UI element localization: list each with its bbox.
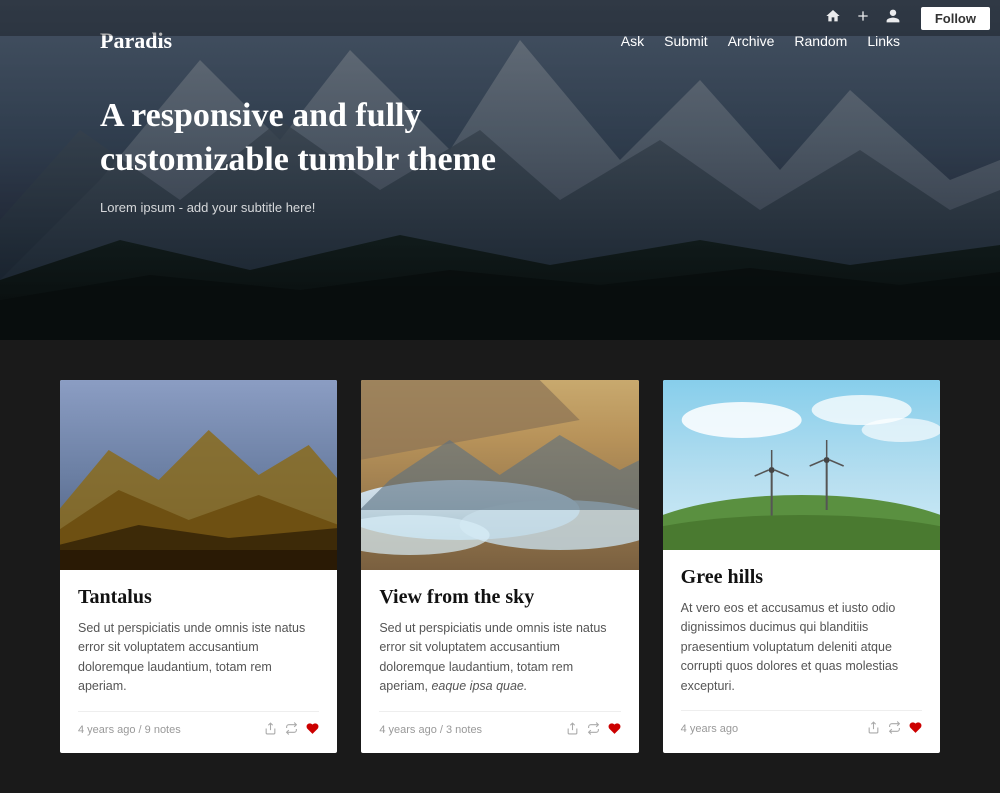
- card-1-title: Tantalus: [78, 586, 319, 609]
- home-icon[interactable]: [825, 8, 841, 29]
- share-icon[interactable]: [264, 722, 277, 739]
- reblog-icon-3[interactable]: [888, 721, 901, 738]
- hero-content: A responsive and fully customizable tumb…: [0, 54, 1000, 340]
- card-2-image: [361, 380, 638, 570]
- card-1: Tantalus Sed ut perspiciatis unde omnis …: [60, 380, 337, 753]
- user-icon[interactable]: [885, 8, 901, 29]
- share-icon-2[interactable]: [566, 722, 579, 739]
- card-2-actions: [566, 722, 621, 739]
- plus-icon[interactable]: [855, 8, 871, 29]
- heart-icon-2[interactable]: [608, 722, 621, 739]
- top-bar-icons: Follow: [825, 7, 990, 30]
- card-2-body: View from the sky Sed ut perspiciatis un…: [361, 570, 638, 753]
- card-3-footer: 4 years ago: [681, 710, 922, 738]
- reblog-icon-2[interactable]: [587, 722, 600, 739]
- hero-section: Paradis Ask Submit Archive Random Links …: [0, 0, 1000, 340]
- top-bar: Follow: [0, 0, 1000, 36]
- card-2-footer: 4 years ago / 3 notes: [379, 711, 620, 739]
- card-1-footer: 4 years ago / 9 notes: [78, 711, 319, 739]
- card-2-highlighted: eaque ipsa quae.: [431, 679, 527, 693]
- card-1-meta: 4 years ago / 9 notes: [78, 724, 181, 736]
- card-3-title: Gree hills: [681, 566, 922, 589]
- card-2-meta: 4 years ago / 3 notes: [379, 724, 482, 736]
- heart-icon-3[interactable]: [909, 721, 922, 738]
- card-1-image: [60, 380, 337, 570]
- cards-grid: Tantalus Sed ut perspiciatis unde omnis …: [60, 380, 940, 753]
- reblog-icon[interactable]: [285, 722, 298, 739]
- follow-button[interactable]: Follow: [921, 7, 990, 30]
- card-3-image: [663, 380, 940, 550]
- card-3-text: At vero eos et accusamus et iusto odio d…: [681, 599, 922, 696]
- share-icon-3[interactable]: [867, 721, 880, 738]
- cards-section: Tantalus Sed ut perspiciatis unde omnis …: [0, 340, 1000, 793]
- card-1-body: Tantalus Sed ut perspiciatis unde omnis …: [60, 570, 337, 753]
- card-2-text: Sed ut perspiciatis unde omnis iste natu…: [379, 619, 620, 697]
- hero-subtitle: Lorem ipsum - add your subtitle here!: [100, 200, 900, 215]
- hero-title: A responsive and fully customizable tumb…: [100, 94, 600, 182]
- card-2-title: View from the sky: [379, 586, 620, 609]
- card-2: View from the sky Sed ut perspiciatis un…: [361, 380, 638, 753]
- heart-icon[interactable]: [306, 722, 319, 739]
- card-3: Gree hills At vero eos et accusamus et i…: [663, 380, 940, 753]
- card-1-text: Sed ut perspiciatis unde omnis iste natu…: [78, 619, 319, 697]
- card-3-body: Gree hills At vero eos et accusamus et i…: [663, 550, 940, 752]
- card-3-meta: 4 years ago: [681, 723, 738, 735]
- card-1-actions: [264, 722, 319, 739]
- card-3-actions: [867, 721, 922, 738]
